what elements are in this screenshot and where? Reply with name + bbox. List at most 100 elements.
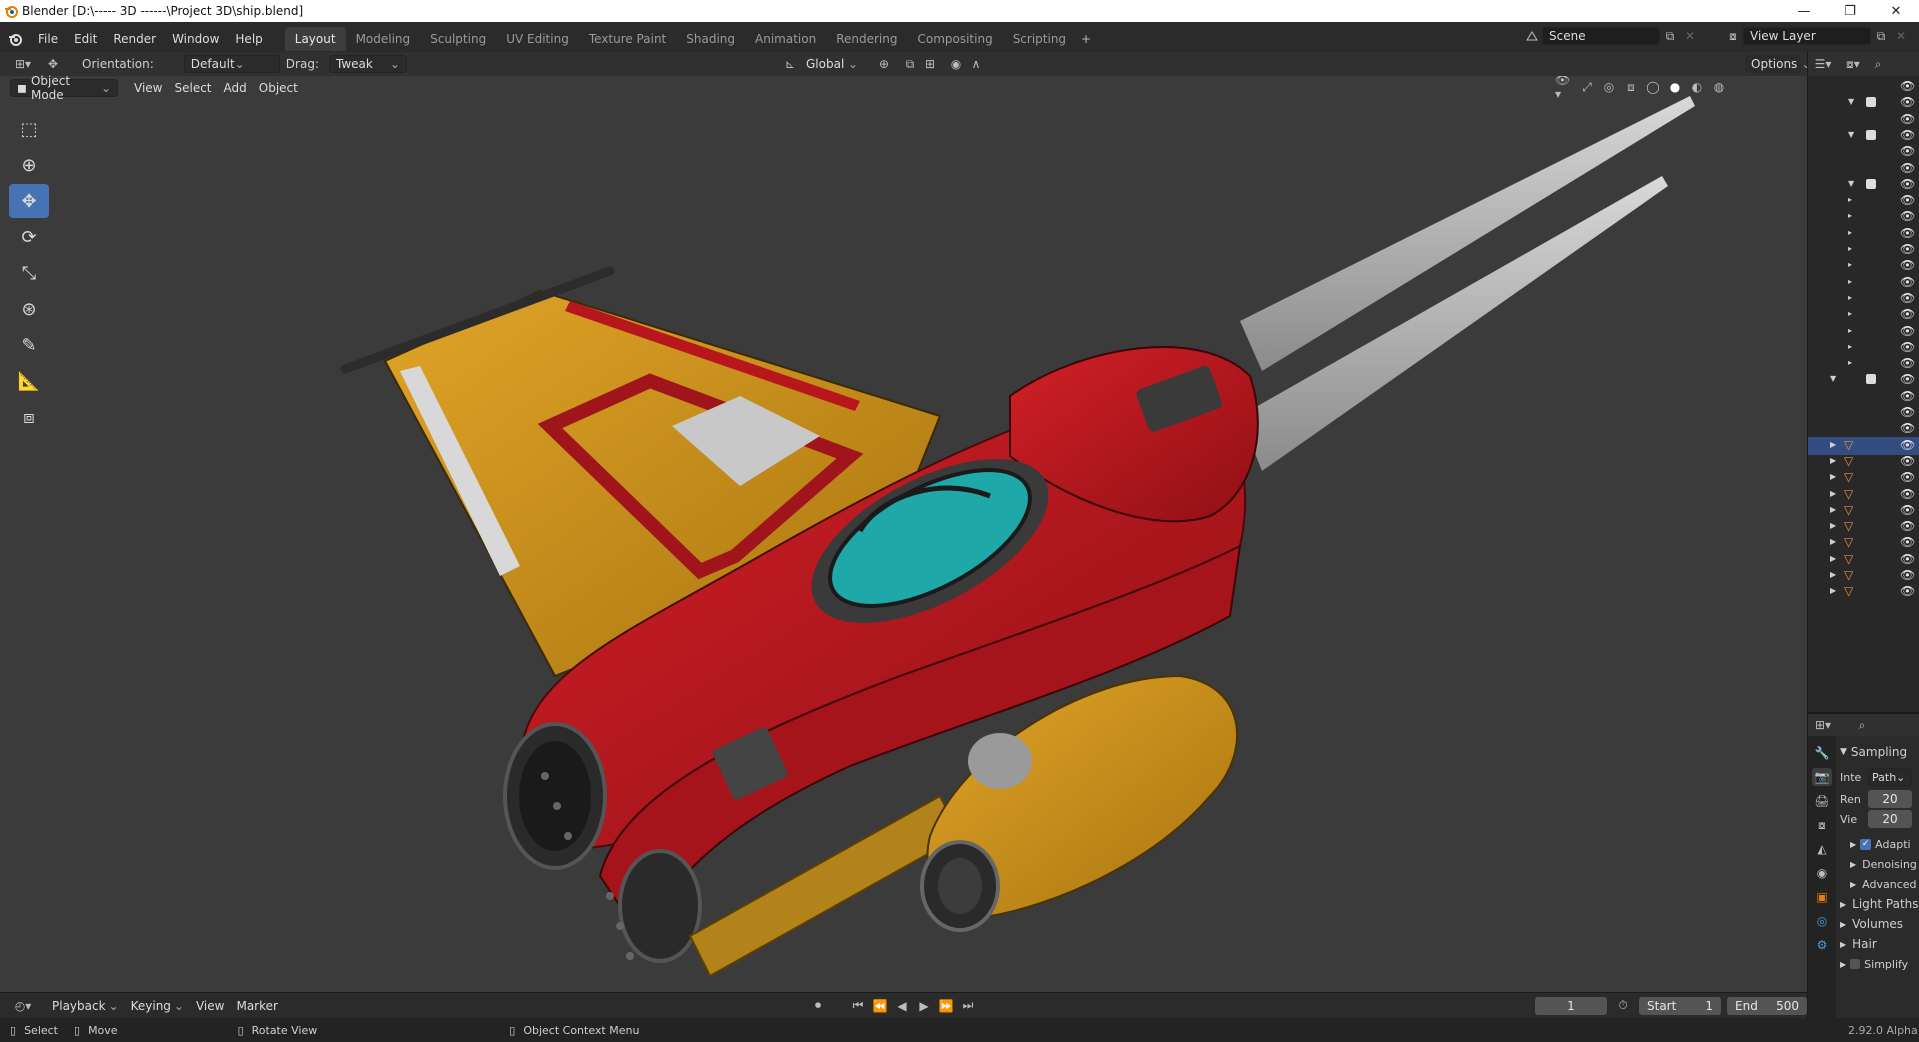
collapse-arrow-icon[interactable]: ▼ — [1848, 179, 1854, 188]
collection-checkbox[interactable] — [1866, 178, 1876, 189]
expand-arrow-icon[interactable]: ▸ — [1848, 358, 1852, 367]
jump-start-icon[interactable]: ⏮ — [848, 997, 868, 1015]
visibility-eye-icon[interactable]: 👁 — [1900, 552, 1915, 566]
delete-view-layer-icon[interactable]: ✕ — [1891, 27, 1911, 45]
start-frame-field[interactable]: Start 1 — [1639, 996, 1721, 1015]
visibility-eye-icon[interactable]: 👁 — [1900, 389, 1915, 403]
outliner-row[interactable]: ▼ 👁 — [1808, 94, 1919, 112]
timeline-view-menu[interactable]: View — [190, 997, 230, 1015]
annotate-icon[interactable]: ✎ — [9, 328, 49, 362]
tab-sculpting[interactable]: Sculpting — [420, 27, 496, 51]
outliner-row[interactable]: ▼ 👁 — [1808, 127, 1919, 145]
scene-icon[interactable] — [1522, 27, 1542, 45]
outliner-row[interactable]: 👁 — [1808, 143, 1919, 161]
visibility-eye-icon[interactable]: 👁 — [1900, 372, 1915, 386]
expand-arrow-icon[interactable]: ▸ — [1848, 244, 1852, 253]
scale-icon[interactable]: ⤡ — [9, 256, 49, 290]
hair-row[interactable]: ▶ Hair — [1840, 934, 1919, 954]
render-samples-field[interactable]: 20 — [1868, 790, 1912, 808]
collection-checkbox[interactable] — [1866, 129, 1876, 140]
visibility-eye-icon[interactable]: 👁 — [1900, 209, 1915, 223]
outliner-row[interactable]: 👁 — [1808, 420, 1919, 438]
outliner-row[interactable]: ▸ 👁 — [1808, 306, 1919, 324]
play-icon[interactable]: ▶ — [914, 997, 934, 1015]
outliner-row[interactable]: 👁 — [1808, 388, 1919, 406]
visibility-eye-icon[interactable]: 👁 — [1900, 519, 1915, 533]
visibility-eye-icon[interactable]: 👁 — [1900, 128, 1915, 142]
expand-arrow-icon[interactable]: ▶ — [1830, 440, 1836, 449]
visibility-eye-icon[interactable]: 👁 — [1900, 226, 1915, 240]
visibility-eye-icon[interactable]: 👁 — [1900, 421, 1915, 435]
select-box-icon[interactable]: ⬚ — [9, 112, 49, 146]
outliner-row[interactable]: 👁 — [1808, 404, 1919, 422]
visibility-eye-icon[interactable]: 👁 — [1900, 177, 1915, 191]
tab-texture-paint[interactable]: Texture Paint — [579, 27, 676, 51]
collapse-arrow-icon[interactable]: ▼ — [1830, 374, 1836, 383]
expand-arrow-icon[interactable]: ▸ — [1848, 342, 1852, 351]
outliner-row[interactable]: ▶ ▽ 👁 — [1808, 567, 1919, 585]
visibility-eye-icon[interactable]: 👁 — [1900, 291, 1915, 305]
expand-arrow-icon[interactable]: ▸ — [1848, 195, 1852, 204]
physics-tab-icon[interactable]: ◎ — [1812, 912, 1832, 930]
sampling-header[interactable]: ▼ Sampling — [1840, 742, 1919, 762]
volumes-row[interactable]: ▶ Volumes — [1840, 914, 1919, 934]
outliner-editor-icon[interactable]: ☰▾ — [1808, 55, 1838, 73]
properties-editor-icon[interactable]: ⊞▾ — [1808, 716, 1838, 734]
render-tab-icon[interactable]: 📷 — [1812, 768, 1832, 786]
simplify-checkbox[interactable] — [1850, 959, 1861, 969]
constraints-tab-icon[interactable]: ⚙ — [1812, 936, 1832, 954]
adaptive-row[interactable]: ▶ ✓ Adapti — [1840, 834, 1919, 854]
outliner-row[interactable]: 👁 — [1808, 160, 1919, 178]
menu-window[interactable]: Window — [164, 27, 227, 51]
outliner-row[interactable]: ▶ ▽ 👁 — [1808, 583, 1919, 601]
outliner-row[interactable]: ▶ ▽ 👁 — [1808, 486, 1919, 504]
snap-icon[interactable]: ⧉ — [900, 55, 920, 73]
keying-menu[interactable]: Keying ⌄ — [125, 997, 190, 1015]
add-workspace-icon[interactable]: + — [1076, 30, 1096, 48]
tab-animation[interactable]: Animation — [745, 27, 826, 51]
visibility-eye-icon[interactable]: 👁 — [1900, 438, 1915, 452]
editor-type-icon[interactable]: ⊞▾ — [8, 55, 38, 73]
stopwatch-icon[interactable]: ⏱ — [1613, 997, 1633, 1015]
visibility-eye-icon[interactable]: 👁 — [1900, 112, 1915, 126]
visibility-eye-icon[interactable]: 👁 — [1900, 568, 1915, 582]
expand-arrow-icon[interactable]: ▶ — [1830, 489, 1836, 498]
playback-menu[interactable]: Playback ⌄ — [46, 997, 125, 1015]
collapse-arrow-icon[interactable]: ▼ — [1848, 97, 1854, 106]
outliner-row[interactable]: ▸ 👁 — [1808, 355, 1919, 373]
expand-arrow-icon[interactable]: ▸ — [1848, 211, 1852, 220]
new-view-layer-icon[interactable]: ⧉ — [1871, 27, 1891, 45]
outliner-row[interactable]: ▸ 👁 — [1808, 339, 1919, 357]
visibility-eye-icon[interactable]: 👁 — [1900, 487, 1915, 501]
proportional-edit-icon[interactable]: ◉ — [946, 55, 966, 73]
menu-edit[interactable]: Edit — [66, 27, 105, 51]
measure-icon[interactable]: 📐 — [9, 364, 49, 398]
outliner-row[interactable]: ▸ 👁 — [1808, 274, 1919, 292]
expand-arrow-icon[interactable]: ▸ — [1848, 260, 1852, 269]
visibility-eye-icon[interactable]: 👁 — [1900, 242, 1915, 256]
visibility-eye-icon[interactable]: 👁 — [1900, 503, 1915, 517]
properties-panel[interactable]: ⊞▾ ⌕ 🔧 📷 🖨 ⧇ ◭ ◉ ▣ ◎ ⚙ ▼ Sampling Inte Pat… — [1807, 712, 1919, 1030]
viewport-samples-field[interactable]: 20 — [1868, 810, 1912, 828]
outliner-row[interactable]: ▸ 👁 — [1808, 192, 1919, 210]
expand-arrow-icon[interactable]: ▶ — [1830, 521, 1836, 530]
outliner-row[interactable]: ▸ 👁 — [1808, 323, 1919, 341]
visibility-eye-icon[interactable]: 👁 — [1900, 258, 1915, 272]
outliner-row[interactable]: ▶ ▽ 👁 — [1808, 453, 1919, 471]
visibility-eye-icon[interactable]: 👁 — [1900, 161, 1915, 175]
collection-checkbox[interactable] — [1866, 374, 1876, 385]
viewport-menu-select[interactable]: Select — [168, 79, 217, 97]
advanced-row[interactable]: ▶ Advanced — [1840, 874, 1919, 894]
visibility-eye-icon[interactable]: 👁 — [1900, 79, 1915, 93]
output-tab-icon[interactable]: 🖨 — [1812, 792, 1832, 810]
world-tab-icon[interactable]: ◉ — [1812, 864, 1832, 882]
collection-checkbox[interactable] — [1866, 97, 1876, 108]
expand-arrow-icon[interactable]: ▶ — [1830, 472, 1836, 481]
transform-icon[interactable]: ⊛ — [9, 292, 49, 326]
expand-arrow-icon[interactable]: ▸ — [1848, 228, 1852, 237]
search-icon[interactable]: ⌕ — [1868, 55, 1888, 73]
expand-arrow-icon[interactable]: ▸ — [1848, 309, 1852, 318]
visibility-eye-icon[interactable]: 👁 — [1900, 454, 1915, 468]
outliner-row[interactable]: ▸ 👁 — [1808, 257, 1919, 275]
jump-keyframe-forward-icon[interactable]: ⏩ — [936, 997, 956, 1015]
